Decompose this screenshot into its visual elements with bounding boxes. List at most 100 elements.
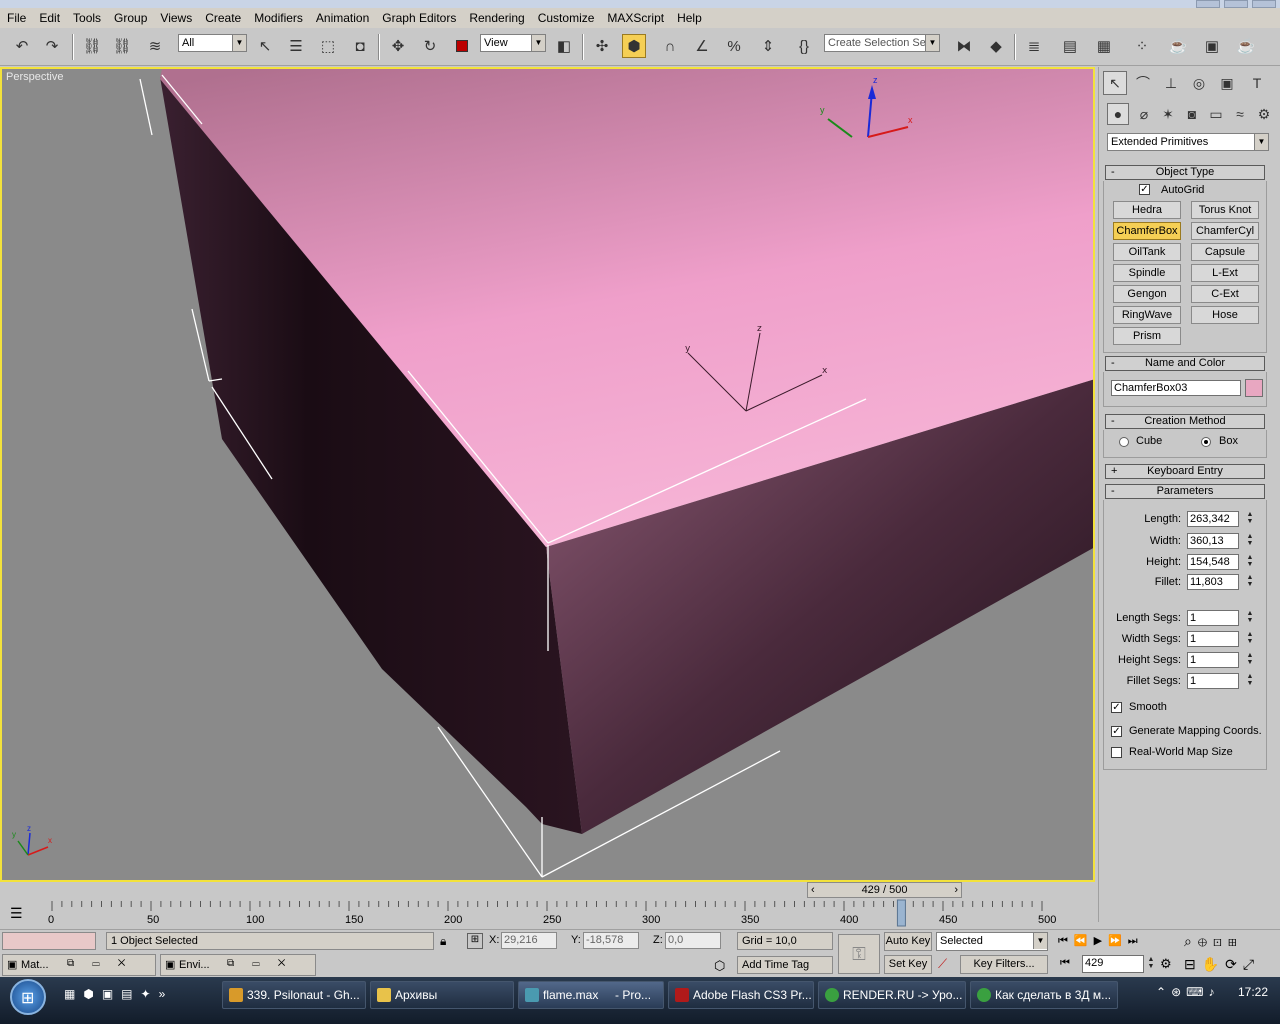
- percent-snap-icon[interactable]: %: [722, 34, 746, 58]
- height-input[interactable]: 154,548: [1187, 554, 1239, 570]
- fillet-segs-input[interactable]: 1: [1187, 673, 1239, 689]
- time-slider-prev-icon[interactable]: ‹: [811, 883, 815, 897]
- zoom-all-icon[interactable]: ⊕: [1198, 933, 1213, 949]
- select-and-scale-icon[interactable]: [450, 34, 474, 58]
- minimized-window-material[interactable]: ▣ Mat... ⧉▭✕: [2, 954, 156, 976]
- oiltank-button[interactable]: OilTank: [1113, 243, 1181, 261]
- quick-render-icon[interactable]: ☕: [1234, 34, 1258, 58]
- fillet-segs-spinner[interactable]: ▲ ▼: [1245, 673, 1255, 689]
- app-icon[interactable]: ▣: [102, 987, 121, 1001]
- display-tab-icon[interactable]: ▣: [1215, 71, 1239, 95]
- go-to-start-icon[interactable]: ⏮: [1058, 935, 1074, 947]
- window-crossing-icon[interactable]: ◘: [348, 34, 372, 58]
- pan-icon[interactable]: ✋: [1202, 956, 1225, 972]
- clock[interactable]: 17:22: [1238, 985, 1268, 999]
- start-button[interactable]: ⊞: [10, 979, 46, 1015]
- utilities-tab-icon[interactable]: T: [1245, 71, 1269, 95]
- zoom-extents-all-icon[interactable]: ⊞: [1228, 933, 1243, 949]
- more-icon[interactable]: »: [159, 987, 174, 1001]
- generate-mapping-checkbox[interactable]: ✓: [1111, 726, 1122, 737]
- width-segs-input[interactable]: 1: [1187, 631, 1239, 647]
- modify-tab-icon[interactable]: ⌒: [1131, 71, 1155, 95]
- width-input[interactable]: 360,13: [1187, 533, 1239, 549]
- perspective-viewport[interactable]: z y x z x y z x y Perspective: [0, 67, 1095, 882]
- app-icon[interactable]: ✦: [141, 987, 159, 1001]
- c-ext-button[interactable]: C-Ext: [1191, 285, 1259, 303]
- maximize-viewport-icon[interactable]: ⤢: [1243, 956, 1260, 972]
- maxscript-listener-field[interactable]: [2, 932, 96, 950]
- hedra-button[interactable]: Hedra: [1113, 201, 1181, 219]
- unlink-icon[interactable]: ⛓: [110, 34, 134, 58]
- select-and-manipulate-icon[interactable]: ✣: [590, 34, 614, 58]
- rollout-object-type[interactable]: - Object Type: [1105, 165, 1265, 180]
- smooth-checkbox[interactable]: ✓: [1111, 702, 1122, 713]
- menu-customize[interactable]: Customize: [531, 11, 601, 25]
- key-filters-button[interactable]: Key Filters...: [960, 955, 1048, 974]
- add-time-tag-field[interactable]: Add Time Tag: [737, 956, 833, 974]
- menu-edit[interactable]: Edit: [32, 11, 66, 25]
- cameras-category-icon[interactable]: ◙: [1181, 103, 1203, 125]
- play-icon[interactable]: ▶: [1094, 935, 1108, 947]
- network-icon[interactable]: ⊛: [1171, 985, 1186, 999]
- named-selection-set-dropdown[interactable]: Create Selection Set ▼: [824, 34, 940, 52]
- time-tag-icon[interactable]: ⬡: [714, 958, 725, 974]
- menu-modifiers[interactable]: Modifiers: [247, 11, 309, 25]
- task-psilonaut[interactable]: 339. Psilonaut - Gh...: [222, 981, 366, 1009]
- systems-category-icon[interactable]: ⚙: [1253, 103, 1275, 125]
- minimize-button[interactable]: [1196, 0, 1220, 8]
- height-spinner[interactable]: ▲ ▼: [1245, 554, 1255, 570]
- menu-tools[interactable]: Tools: [66, 11, 107, 25]
- set-key-button[interactable]: Set Key: [884, 955, 932, 974]
- tray-expand-icon[interactable]: ⌃: [1156, 985, 1171, 999]
- time-configuration-icon[interactable]: ⚙: [1160, 956, 1172, 972]
- length-spinner[interactable]: ▲ ▼: [1245, 511, 1255, 527]
- redo-icon[interactable]: ↷: [40, 34, 64, 58]
- render-setup-icon[interactable]: ☕: [1166, 34, 1190, 58]
- app-icon[interactable]: ▤: [121, 987, 140, 1001]
- task-3dsmax[interactable]: flame.max - Pro...: [518, 981, 664, 1009]
- menu-create[interactable]: Create: [198, 11, 247, 25]
- create-tab-icon[interactable]: ↖: [1103, 71, 1127, 95]
- mirror-icon[interactable]: ⧓: [952, 34, 976, 58]
- current-frame-marker[interactable]: [896, 899, 906, 927]
- ringwave-button[interactable]: RingWave: [1113, 306, 1181, 324]
- hierarchy-tab-icon[interactable]: ⊥: [1159, 71, 1183, 95]
- snaps-toggle-icon[interactable]: ∩: [658, 34, 682, 58]
- field-of-view-icon[interactable]: ⊟: [1184, 956, 1202, 972]
- menu-rendering[interactable]: Rendering: [462, 11, 530, 25]
- object-color-swatch[interactable]: [1245, 379, 1263, 397]
- geometry-category-icon[interactable]: ●: [1107, 103, 1129, 125]
- undo-icon[interactable]: ↶: [10, 34, 34, 58]
- minimized-window-controls[interactable]: ⧉▭✕: [67, 958, 143, 969]
- menu-help[interactable]: Help: [670, 11, 708, 25]
- torus-knot-button[interactable]: Torus Knot: [1191, 201, 1259, 219]
- schematic-view-icon[interactable]: ▦: [1092, 34, 1116, 58]
- current-frame-input[interactable]: 429: [1082, 955, 1144, 973]
- select-by-name-icon[interactable]: ☰: [284, 34, 308, 58]
- default-in-out-tangents-icon[interactable]: ⟋: [938, 956, 947, 972]
- height-segs-input[interactable]: 1: [1187, 652, 1239, 668]
- material-editor-icon[interactable]: ⁘: [1130, 34, 1154, 58]
- close-button[interactable]: [1252, 0, 1276, 8]
- align-icon[interactable]: ◆: [984, 34, 1008, 58]
- rendered-frame-window-icon[interactable]: ▣: [1200, 34, 1224, 58]
- real-world-map-size-checkbox[interactable]: [1111, 747, 1122, 758]
- next-frame-icon[interactable]: ⏩: [1108, 935, 1128, 947]
- track-bar[interactable]: ☰ 0 50 100 150 200 250 300 350 400 450 500: [0, 899, 1098, 929]
- select-and-link-icon[interactable]: ⛓: [80, 34, 104, 58]
- menu-group[interactable]: Group: [107, 11, 153, 25]
- height-segs-spinner[interactable]: ▲ ▼: [1245, 652, 1255, 668]
- select-and-rotate-icon[interactable]: ↻: [418, 34, 442, 58]
- key-mode-toggle-icon[interactable]: ⏮: [1060, 957, 1070, 970]
- length-segs-input[interactable]: 1: [1187, 610, 1239, 626]
- prism-button[interactable]: Prism: [1113, 327, 1181, 345]
- rollout-name-and-color[interactable]: - Name and Color: [1105, 356, 1265, 371]
- set-keys-key-icon[interactable]: ⚿: [838, 934, 880, 974]
- length-input[interactable]: 263,342: [1187, 511, 1239, 527]
- chamferbox-button[interactable]: ChamferBox: [1113, 222, 1181, 240]
- angle-snap-icon[interactable]: ∠: [690, 34, 714, 58]
- minimized-window-controls[interactable]: ⧉▭✕: [227, 958, 303, 969]
- menu-views[interactable]: Views: [153, 11, 198, 25]
- auto-key-button[interactable]: Auto Key: [884, 932, 932, 951]
- keyboard-shortcut-override-icon[interactable]: ⬢: [622, 34, 646, 58]
